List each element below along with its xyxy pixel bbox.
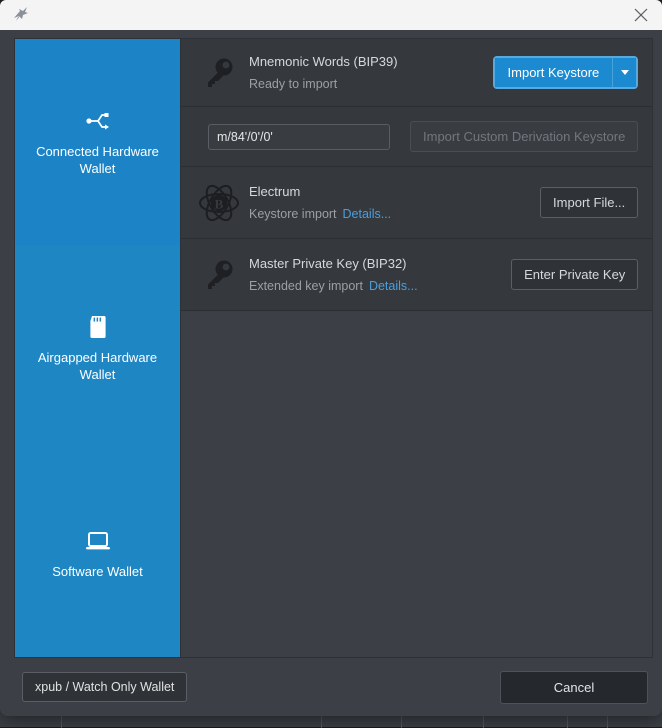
- import-keystore-button[interactable]: Import Keystore: [495, 58, 613, 87]
- usb-icon: [85, 108, 111, 134]
- keystore-row-title: Mnemonic Words (BIP39): [249, 53, 493, 71]
- key-icon: [197, 55, 241, 91]
- import-file-button[interactable]: Import File...: [540, 187, 638, 218]
- keystore-source-list: Mnemonic Words (BIP39) Ready to import I…: [180, 39, 652, 657]
- dialog-footer: xpub / Watch Only Wallet Cancel: [0, 658, 662, 716]
- sd-card-icon: [88, 314, 108, 340]
- laptop-icon: [84, 528, 112, 554]
- enter-private-key-button[interactable]: Enter Private Key: [511, 259, 638, 290]
- keystore-row-title: Electrum: [249, 183, 540, 201]
- dialog-body: Connected Hardware Wallet Airgapped Hard…: [0, 30, 662, 658]
- keystore-row-text: Master Private Key (BIP32) Extended key …: [241, 255, 511, 295]
- xpub-watch-only-wallet-button[interactable]: xpub / Watch Only Wallet: [22, 672, 187, 702]
- keystore-row-subtitle-text: Keystore import: [249, 207, 337, 221]
- close-icon[interactable]: [628, 3, 654, 27]
- key-icon: [197, 257, 241, 293]
- sparrow-bird-icon: [10, 4, 32, 26]
- chevron-down-icon[interactable]: [612, 58, 636, 87]
- keystore-row-title: Master Private Key (BIP32): [249, 255, 511, 273]
- footer-right-group: Cancel: [500, 671, 648, 704]
- import-keystore-split-button: Import Keystore: [493, 56, 639, 89]
- content-frame: Connected Hardware Wallet Airgapped Hard…: [14, 38, 653, 658]
- dialog-titlebar: [0, 0, 662, 30]
- keystore-row-text: Electrum Keystore import Details...: [241, 183, 540, 223]
- keystore-row-master-private-key: Master Private Key (BIP32) Extended key …: [181, 239, 652, 311]
- svg-text:B: B: [215, 196, 224, 211]
- sidebar-item-label: Software Wallet: [52, 563, 143, 580]
- list-empty-area: [181, 311, 652, 657]
- sidebar-item-label: Airgapped Hardware Wallet: [29, 349, 166, 383]
- electrum-logo-icon: B: [197, 181, 241, 225]
- cancel-button[interactable]: Cancel: [500, 671, 648, 704]
- keystore-row-electrum: B Electrum Keystore import Details... Imp…: [181, 167, 652, 239]
- electrum-details-link[interactable]: Details...: [343, 207, 392, 221]
- keystore-row-subtitle-text: Extended key import: [249, 279, 363, 293]
- keystore-row-subtitle: Ready to import: [249, 75, 493, 93]
- custom-derivation-row: Import Custom Derivation Keystore: [181, 107, 652, 167]
- derivation-path-input[interactable]: [208, 124, 390, 150]
- sidebar-item-connected-hardware-wallet[interactable]: Connected Hardware Wallet: [15, 39, 180, 245]
- import-custom-derivation-keystore-button[interactable]: Import Custom Derivation Keystore: [410, 121, 638, 152]
- wallet-type-sidebar: Connected Hardware Wallet Airgapped Hard…: [15, 39, 180, 657]
- sidebar-item-label: Connected Hardware Wallet: [29, 143, 166, 177]
- master-private-key-details-link[interactable]: Details...: [369, 279, 418, 293]
- sidebar-item-airgapped-hardware-wallet[interactable]: Airgapped Hardware Wallet: [15, 245, 180, 451]
- keystore-row-subtitle: Extended key import Details...: [249, 277, 511, 295]
- keystore-row-text: Mnemonic Words (BIP39) Ready to import: [241, 53, 493, 93]
- caret-shape: [621, 70, 629, 75]
- add-wallet-dialog: Connected Hardware Wallet Airgapped Hard…: [0, 0, 662, 716]
- keystore-row-subtitle: Keystore import Details...: [249, 205, 540, 223]
- keystore-row-mnemonic-words: Mnemonic Words (BIP39) Ready to import I…: [181, 39, 652, 107]
- sidebar-item-software-wallet[interactable]: Software Wallet: [15, 451, 180, 657]
